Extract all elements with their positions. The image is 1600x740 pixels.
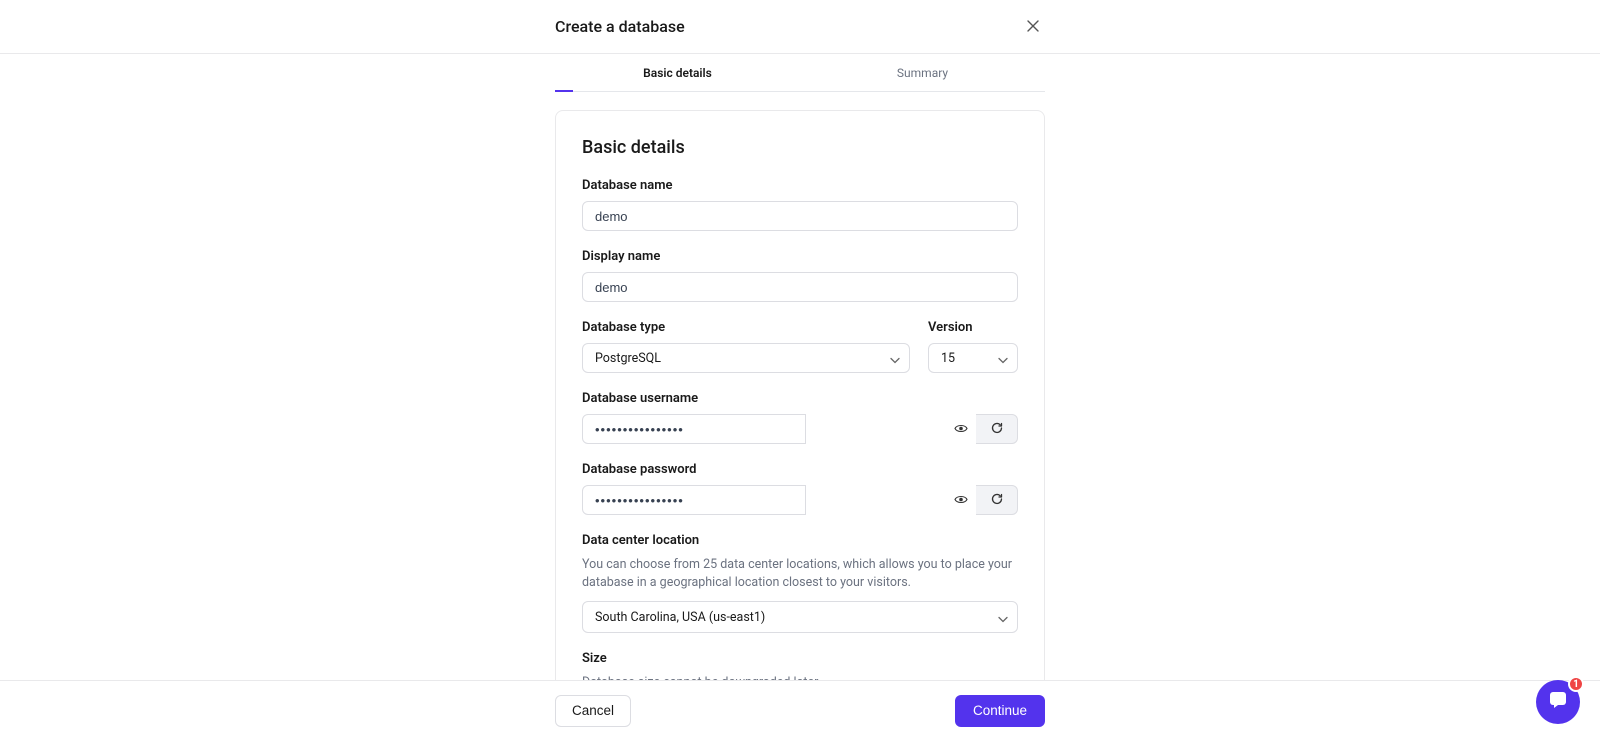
label-display-name: Display name xyxy=(582,249,1018,264)
tab-label: Basic details xyxy=(643,66,712,80)
regenerate-password-button[interactable] xyxy=(976,485,1018,515)
reveal-username-button[interactable] xyxy=(954,422,968,437)
eye-icon xyxy=(954,422,968,437)
reveal-password-button[interactable] xyxy=(954,493,968,508)
database-type-select[interactable]: PostgreSQL xyxy=(582,343,910,373)
label-database-name: Database name xyxy=(582,178,1018,193)
modal-header: Create a database xyxy=(0,0,1600,54)
tab-label: Summary xyxy=(897,66,948,80)
label-version: Version xyxy=(928,320,1018,335)
chat-badge: 1 xyxy=(1568,676,1584,692)
field-version: Version 15 xyxy=(928,320,1018,373)
tab-summary[interactable]: Summary xyxy=(800,66,1045,92)
label-size: Size xyxy=(582,651,1018,666)
database-name-input[interactable] xyxy=(582,201,1018,231)
step-tabs: Basic details Summary xyxy=(555,66,1045,92)
field-username: Database username xyxy=(582,391,1018,444)
display-name-input[interactable] xyxy=(582,272,1018,302)
refresh-icon xyxy=(990,421,1004,438)
footer: Cancel Continue xyxy=(0,680,1600,740)
label-location: Data center location xyxy=(582,533,1018,548)
modal-title: Create a database xyxy=(555,17,685,36)
tab-basic-details[interactable]: Basic details xyxy=(555,66,800,92)
close-button[interactable] xyxy=(1021,15,1045,39)
refresh-icon xyxy=(990,492,1004,509)
label-database-type: Database type xyxy=(582,320,910,335)
section-title: Basic details xyxy=(582,137,1018,158)
field-location: Data center location You can choose from… xyxy=(582,533,1018,633)
label-password: Database password xyxy=(582,462,1018,477)
password-input[interactable] xyxy=(582,485,806,515)
close-icon xyxy=(1027,19,1039,35)
field-size: Size Database size cannot be downgraded … xyxy=(582,651,1018,680)
help-location: You can choose from 25 data center locat… xyxy=(582,556,1018,591)
field-display-name: Display name xyxy=(582,249,1018,302)
chat-widget-button[interactable]: 1 xyxy=(1536,680,1580,724)
select-value: 15 xyxy=(941,351,955,366)
eye-icon xyxy=(954,493,968,508)
form-card: Basic details Database name Display name… xyxy=(555,110,1045,680)
field-password: Database password xyxy=(582,462,1018,515)
cancel-button[interactable]: Cancel xyxy=(555,695,631,727)
field-database-name: Database name xyxy=(582,178,1018,231)
tab-active-indicator xyxy=(555,90,573,92)
select-value: South Carolina, USA (us-east1) xyxy=(595,610,765,625)
location-select[interactable]: South Carolina, USA (us-east1) xyxy=(582,601,1018,633)
regenerate-username-button[interactable] xyxy=(976,414,1018,444)
username-input[interactable] xyxy=(582,414,806,444)
continue-button[interactable]: Continue xyxy=(955,695,1045,727)
chat-icon xyxy=(1547,689,1569,715)
label-username: Database username xyxy=(582,391,1018,406)
select-value: PostgreSQL xyxy=(595,351,661,366)
version-select[interactable]: 15 xyxy=(928,343,1018,373)
field-database-type: Database type PostgreSQL xyxy=(582,320,910,373)
